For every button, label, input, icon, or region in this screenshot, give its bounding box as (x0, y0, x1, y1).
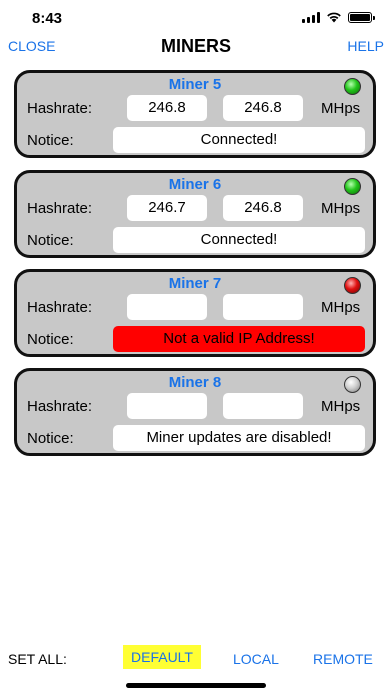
notice-label: Notice: (27, 430, 74, 447)
status-time: 8:43 (32, 10, 63, 27)
status-icons (302, 11, 375, 23)
hashrate-value-2: 246.8 (223, 95, 303, 121)
hashrate-value-1 (127, 294, 207, 320)
notice-value: Connected! (113, 227, 365, 253)
hashrate-label: Hashrate: (27, 200, 93, 217)
local-button[interactable]: LOCAL (233, 651, 279, 667)
notice-label: Notice: (27, 132, 74, 149)
set-all-label: SET ALL: (8, 651, 67, 667)
wifi-icon (327, 12, 341, 23)
miner-name: Miner 6 (168, 176, 222, 193)
miner-name: Miner 5 (168, 76, 222, 93)
status-led-icon (344, 376, 361, 393)
hashrate-label: Hashrate: (27, 398, 93, 415)
battery-icon (348, 11, 375, 23)
home-indicator[interactable] (126, 683, 266, 688)
unit-label: MHps (321, 100, 361, 117)
nav-bar: CLOSE MINERS HELP (0, 34, 392, 60)
hashrate-label: Hashrate: (27, 100, 93, 117)
hashrate-value-2 (223, 393, 303, 419)
hashrate-value-2 (223, 294, 303, 320)
help-button[interactable]: HELP (347, 38, 384, 54)
notice-value-error: Not a valid IP Address! (113, 326, 365, 352)
cellular-signal-icon (302, 11, 320, 23)
unit-label: MHps (321, 299, 361, 316)
remote-button[interactable]: REMOTE (313, 651, 373, 667)
miner-card: Miner 5 Hashrate: 246.8 246.8 MHps Notic… (14, 70, 376, 158)
hashrate-value-1 (127, 393, 207, 419)
notice-label: Notice: (27, 232, 74, 249)
hashrate-value-1: 246.8 (127, 95, 207, 121)
hashrate-value-1: 246.7 (127, 195, 207, 221)
status-led-icon (344, 78, 361, 95)
notice-label: Notice: (27, 331, 74, 348)
hashrate-label: Hashrate: (27, 299, 93, 316)
status-bar: 8:43 (0, 0, 392, 34)
miner-name: Miner 7 (168, 275, 222, 292)
hashrate-value-2: 246.8 (223, 195, 303, 221)
status-led-icon (344, 178, 361, 195)
miner-card: Miner 7 Hashrate: MHps Notice: Not a val… (14, 269, 376, 357)
miner-card: Miner 8 Hashrate: MHps Notice: Miner upd… (14, 368, 376, 456)
notice-value: Miner updates are disabled! (113, 425, 365, 451)
miner-card: Miner 6 Hashrate: 246.7 246.8 MHps Notic… (14, 170, 376, 258)
bottom-toolbar: SET ALL: DEFAULT LOCAL REMOTE (0, 640, 392, 676)
miner-name: Miner 8 (168, 374, 222, 391)
page-title: MINERS (160, 36, 231, 56)
default-button[interactable]: DEFAULT (123, 645, 201, 669)
unit-label: MHps (321, 200, 361, 217)
status-led-icon (344, 277, 361, 294)
notice-value: Connected! (113, 127, 365, 153)
unit-label: MHps (321, 398, 361, 415)
